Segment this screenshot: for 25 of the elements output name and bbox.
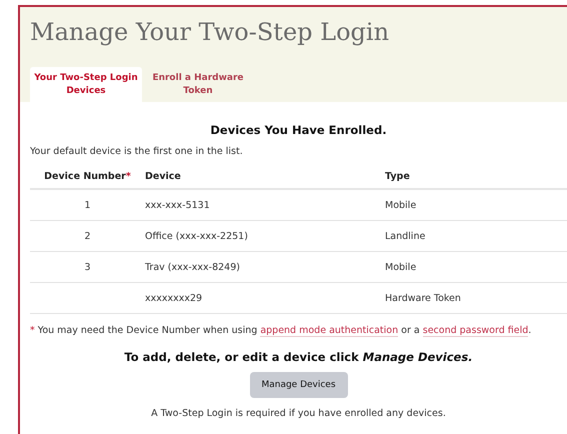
column-header: Device Number* <box>44 171 131 182</box>
table-cell: Mobile <box>385 262 416 272</box>
tab[interactable]: Your Two-Step Login Devices <box>30 67 142 102</box>
table-cell: xxx-xxx-5131 <box>145 200 210 210</box>
note-text: A Two-Step Login is required if you have enrolled any devices. <box>150 408 447 419</box>
table-cell: Hardware Token <box>385 292 461 304</box>
table-cell: 1 <box>84 200 91 210</box>
table-cell: xxxxxxxx29 <box>145 292 202 304</box>
column-header: Device <box>145 171 181 182</box>
tab[interactable]: Enroll a Hardware Token <box>142 67 254 102</box>
table-cell: 2 <box>84 230 91 242</box>
footnote-text: * You may need the Device Number when using append mode authentication or a second password field. <box>30 325 532 336</box>
instruction-text: To add, delete, or edit a device click Manage Devices. <box>123 350 474 364</box>
table-cell: 3 <box>84 262 91 272</box>
table-cell: Landline <box>385 230 426 242</box>
table-cell: Office (xxx-xxx-2251) <box>145 230 248 242</box>
column-header: Type <box>385 171 410 182</box>
intro-text: Your default device is the first one in the list. <box>30 146 244 157</box>
table-cell: Trav (xxx-xxx-8249) <box>145 262 240 272</box>
table-cell: Mobile <box>385 200 416 210</box>
manage-devices-button[interactable]: Manage Devices <box>250 372 348 398</box>
link[interactable]: append mode authentication <box>260 325 398 337</box>
link[interactable]: second password field <box>422 325 528 337</box>
page-title: Manage Your Two-Step Login <box>30 17 390 47</box>
section-heading: Devices You Have Enrolled. <box>209 123 388 137</box>
